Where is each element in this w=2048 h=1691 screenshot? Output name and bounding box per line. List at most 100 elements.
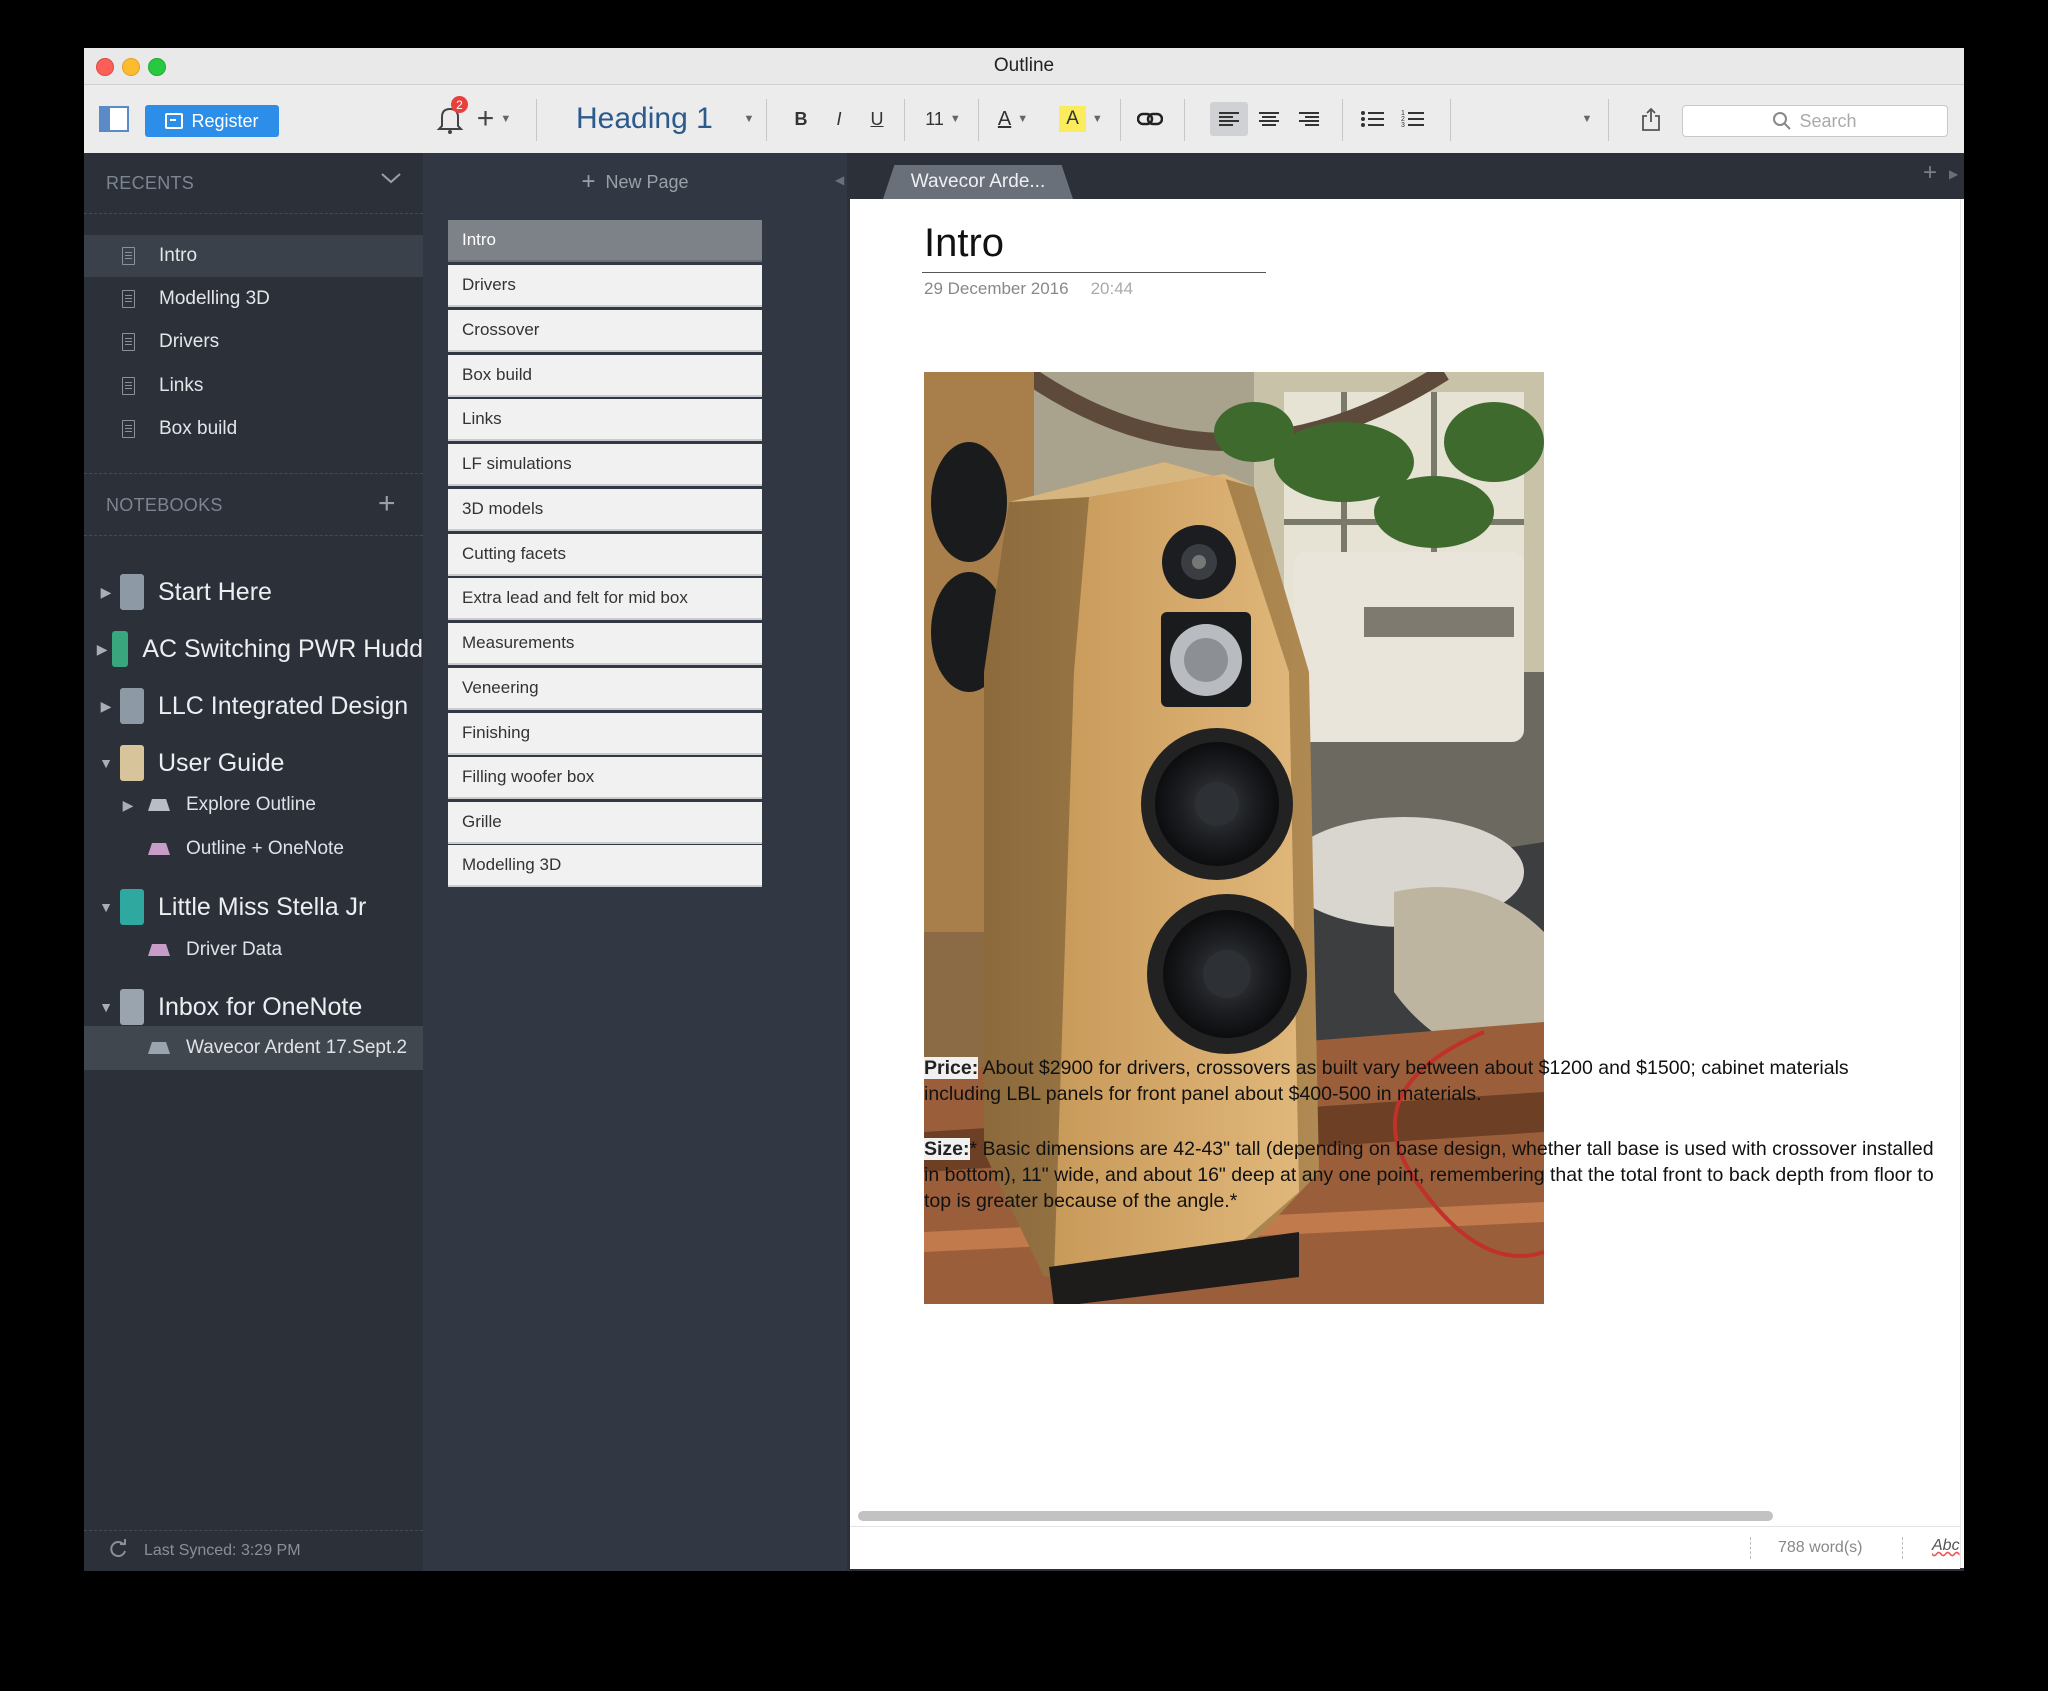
register-button[interactable]: Register: [145, 105, 279, 137]
notebook-item[interactable]: ▶ AC Switching PWR Hudd: [84, 622, 423, 676]
recent-item-label: Modelling 3D: [159, 288, 270, 309]
align-left-button[interactable]: [1210, 102, 1248, 136]
register-label: Register: [191, 110, 259, 131]
expand-triangle-icon[interactable]: ▶: [94, 584, 118, 601]
sidebar-toggle-button[interactable]: [96, 85, 132, 153]
page-item[interactable]: LF simulations: [448, 444, 762, 486]
notebook-label: User Guide: [158, 748, 285, 777]
expand-triangle-icon[interactable]: ▶: [118, 797, 138, 814]
close-window-button[interactable]: [96, 58, 114, 76]
recent-item-label: Links: [159, 375, 204, 396]
notebook-item[interactable]: ▼ User Guide: [84, 736, 423, 790]
recent-item[interactable]: Intro: [84, 235, 423, 277]
chevron-down-icon: ▼: [500, 113, 512, 125]
align-right-icon: [1299, 112, 1319, 126]
notebook-item[interactable]: ▶ LLC Integrated Design: [84, 679, 423, 733]
collapse-triangle-icon[interactable]: ▼: [94, 755, 118, 771]
page-item[interactable]: Measurements: [448, 623, 762, 665]
italic-button[interactable]: I: [824, 85, 854, 153]
zoom-window-button[interactable]: [148, 58, 166, 76]
page-item[interactable]: Drivers: [448, 265, 762, 307]
highlight-icon: A: [1059, 106, 1086, 132]
recent-item[interactable]: Links: [84, 365, 423, 407]
tab-scroll-right-icon[interactable]: ▶: [1949, 167, 1958, 181]
horizontal-scroll-thumb[interactable]: [858, 1511, 1773, 1521]
section-item[interactable]: ▶ Explore Outline: [84, 783, 423, 827]
collapse-triangle-icon[interactable]: ▼: [94, 899, 118, 915]
document-editor[interactable]: Intro 29 December 2016 20:44 Price: Abou…: [850, 199, 1960, 1568]
text-color-button[interactable]: A ▼: [990, 85, 1036, 153]
page-item[interactable]: Crossover: [448, 310, 762, 352]
spell-check-button[interactable]: Abc: [1932, 1537, 1960, 1555]
more-dropdown-button[interactable]: ▼: [1574, 85, 1594, 153]
expand-triangle-icon[interactable]: ▶: [94, 698, 118, 715]
numbered-list-button[interactable]: 123: [1394, 85, 1432, 153]
title-bar: Outline: [84, 48, 1964, 85]
notebook-label: Start Here: [158, 577, 272, 606]
page-item[interactable]: Extra lead and felt for mid box: [448, 578, 762, 620]
price-paragraph[interactable]: Price: About $2900 for drivers, crossove…: [924, 1055, 1924, 1107]
sync-status: Last Synced: 3:29 PM: [84, 1530, 423, 1571]
notebook-icon: [120, 989, 144, 1025]
page-item[interactable]: Finishing: [448, 713, 762, 755]
page-item[interactable]: Veneering: [448, 668, 762, 710]
collapse-triangle-icon[interactable]: ▼: [94, 999, 118, 1015]
page-date: 29 December 2016: [924, 279, 1069, 298]
align-left-icon: [1219, 112, 1239, 126]
font-size-select[interactable]: 11 ▼: [918, 85, 968, 153]
notebook-item[interactable]: ▶ Start Here: [84, 565, 423, 619]
recent-item[interactable]: Drivers: [84, 321, 423, 363]
page-item[interactable]: Cutting facets: [448, 534, 762, 576]
page-list-panel: + New Page ◀ Intro Drivers Crossover Box…: [423, 153, 847, 1571]
page-item[interactable]: Box build: [448, 355, 762, 397]
page-item[interactable]: Filling woofer box: [448, 757, 762, 799]
recent-item[interactable]: Modelling 3D: [84, 278, 423, 320]
recents-collapse-button[interactable]: [380, 171, 402, 190]
page-title[interactable]: Intro: [924, 221, 1004, 266]
bold-button[interactable]: B: [786, 85, 816, 153]
paragraph-style-select[interactable]: Heading 1: [576, 85, 713, 153]
size-paragraph[interactable]: Size:* Basic dimensions are 42-43" tall …: [924, 1136, 1954, 1214]
section-item[interactable]: Outline + OneNote: [84, 827, 423, 871]
page-item[interactable]: Grille: [448, 802, 762, 844]
page-item[interactable]: Links: [448, 399, 762, 441]
page-item[interactable]: Modelling 3D: [448, 845, 762, 887]
document-tab[interactable]: Wavecor Arde...: [883, 165, 1073, 199]
collapse-left-arrow-icon[interactable]: ◀: [835, 173, 844, 187]
page-icon: [122, 247, 135, 265]
recents-header: RECENTS: [106, 173, 195, 193]
window-title: Outline: [993, 55, 1055, 76]
notebook-icon: [120, 889, 144, 925]
align-center-button[interactable]: [1250, 85, 1288, 153]
page-item[interactable]: Intro: [448, 220, 762, 262]
horizontal-scrollbar[interactable]: [850, 1508, 1960, 1524]
notifications-button[interactable]: 2: [432, 85, 468, 153]
bulleted-list-button[interactable]: [1354, 85, 1392, 153]
add-notebook-button[interactable]: +: [378, 489, 396, 519]
minimize-window-button[interactable]: [122, 58, 140, 76]
expand-triangle-icon[interactable]: ▶: [94, 641, 110, 658]
page-meta: 29 December 2016 20:44: [924, 279, 1133, 299]
align-right-button[interactable]: [1290, 85, 1328, 153]
link-icon: [1137, 112, 1163, 126]
section-item[interactable]: Wavecor Ardent 17.Sept.2: [84, 1026, 423, 1070]
page-icon: [122, 377, 135, 395]
style-dropdown-button[interactable]: ▼: [736, 85, 756, 153]
share-button[interactable]: [1634, 85, 1668, 153]
search-input[interactable]: Search: [1682, 105, 1948, 137]
underline-button[interactable]: U: [862, 85, 892, 153]
sync-button[interactable]: [108, 1538, 128, 1564]
vertical-scrollbar[interactable]: [1960, 199, 1964, 1568]
recent-item-label: Intro: [159, 245, 198, 266]
price-label: Price:: [924, 1057, 979, 1079]
section-tab-icon: [148, 799, 170, 811]
add-menu-button[interactable]: + ▼: [472, 85, 516, 153]
new-tab-plus-icon[interactable]: +: [1923, 159, 1937, 187]
page-item[interactable]: 3D models: [448, 489, 762, 531]
section-item[interactable]: Driver Data: [84, 928, 423, 972]
link-button[interactable]: [1132, 85, 1168, 153]
new-page-button[interactable]: + New Page: [423, 153, 847, 211]
recent-item[interactable]: Box build: [84, 408, 423, 450]
notebook-item[interactable]: ▼ Little Miss Stella Jr: [84, 880, 423, 934]
highlight-button[interactable]: A ▼: [1056, 85, 1106, 153]
